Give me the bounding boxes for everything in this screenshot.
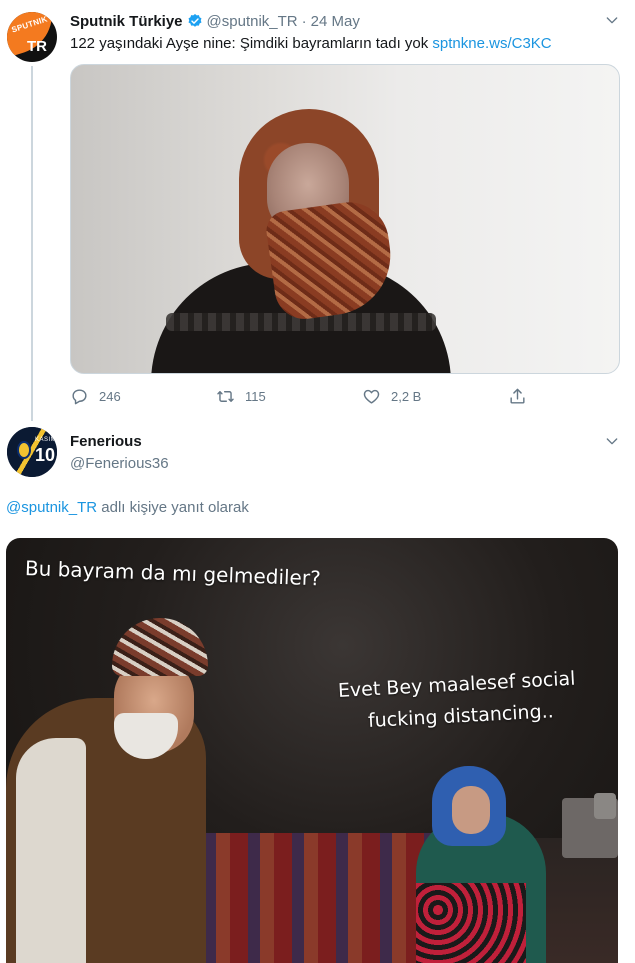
tweet-date[interactable]: 24 May: [311, 13, 360, 30]
like-button[interactable]: 2,2 B: [362, 385, 421, 407]
photo-old-man-shirt: [16, 738, 86, 963]
reply-count: 246: [99, 388, 121, 404]
handle[interactable]: @sputnik_TR: [207, 13, 298, 30]
reply-to-suffix: adlı kişiye yanıt olarak: [97, 499, 249, 516]
display-name[interactable]: Fenerious: [70, 432, 142, 452]
like-count: 2,2 B: [391, 388, 422, 404]
display-name[interactable]: Sputnik Türkiye: [70, 13, 183, 30]
tweet-header: Sputnik Türkiye @sputnik_TR · 24 May: [70, 10, 360, 32]
chevron-down-icon[interactable]: [604, 12, 620, 28]
retweet-icon: [217, 390, 234, 402]
photo-woman-skirt: [416, 883, 526, 963]
tweet-sputnik: SPUTNIK TR Sputnik Türkiye @sputnik_TR ·…: [0, 0, 635, 421]
image-caption-top: Bu bayram da mı gelmediler?: [24, 556, 322, 591]
avatar-jersey-name: KASIM: [35, 437, 57, 443]
tweet-text: 122 yaşındaki Ayşe nine: Şimdiki bayraml…: [70, 34, 552, 54]
reply-to-handle[interactable]: @sputnik_TR: [6, 499, 97, 516]
avatar-tr-text: TR: [27, 38, 47, 55]
avatar-jersey-number: 10: [35, 445, 56, 465]
replying-to: @sputnik_TR adlı kişiye yanıt olarak: [6, 498, 249, 518]
image-caption-line2: fucking distancing..: [367, 700, 555, 732]
reply-button[interactable]: 246: [70, 385, 121, 407]
handle[interactable]: @Fenerious36: [70, 454, 169, 474]
chevron-down-icon[interactable]: [604, 433, 620, 449]
tweet-text-body: 122 yaşındaki Ayşe nine: Şimdiki bayraml…: [70, 35, 433, 52]
share-button[interactable]: [508, 385, 537, 407]
photo-pot: [594, 793, 616, 819]
photo-old-man-hat: [112, 618, 208, 676]
share-icon: [510, 388, 525, 404]
tweet-actions: 246 115 2,2 B: [70, 385, 540, 407]
tweet-photo[interactable]: [70, 64, 620, 374]
reply-photo[interactable]: Bu bayram da mı gelmediler? Evet Bey maa…: [6, 538, 618, 963]
reply-icon: [72, 388, 87, 404]
avatar-sputnik[interactable]: SPUTNIK TR: [7, 12, 57, 62]
verified-badge-icon: [188, 14, 201, 27]
tweet-link[interactable]: sptnkne.ws/C3KC: [432, 35, 551, 52]
like-icon: [363, 389, 380, 404]
thread-line: [31, 66, 33, 421]
retweet-button[interactable]: 115: [216, 385, 266, 407]
retweet-count: 115: [245, 388, 266, 404]
photo-woman-face: [452, 786, 490, 834]
separator-dot: ·: [301, 12, 307, 30]
club-crest-icon: [17, 441, 31, 459]
avatar-fenerious[interactable]: KASIM 10: [7, 427, 57, 477]
image-caption-line1: Evet Bey maalesef social: [337, 667, 576, 702]
